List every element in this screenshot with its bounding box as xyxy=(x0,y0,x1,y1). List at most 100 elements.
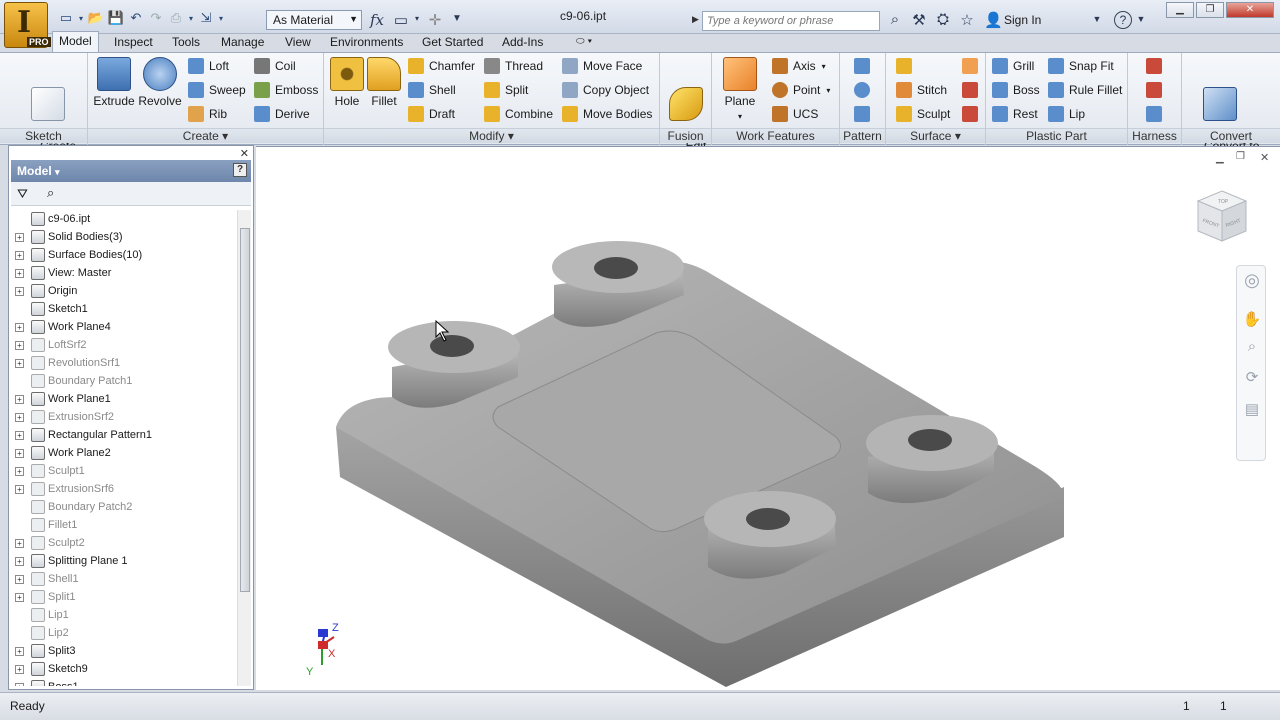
emboss-button[interactable]: Emboss xyxy=(254,80,318,100)
tree-item[interactable]: + LoftSrf2 xyxy=(11,336,239,354)
thread-button[interactable]: Thread xyxy=(484,56,543,76)
expand-icon[interactable]: + xyxy=(15,340,24,350)
harness-tool-3-button[interactable] xyxy=(1146,104,1167,124)
chamfer-button[interactable]: Chamfer xyxy=(408,56,475,76)
expand-icon[interactable]: + xyxy=(15,430,24,440)
tree-item[interactable]: + Shell1 xyxy=(11,570,239,588)
customize-dropdown-icon[interactable]: ▼ xyxy=(448,13,466,31)
stitch-button[interactable]: Stitch xyxy=(896,80,947,100)
shell-button[interactable]: Shell xyxy=(408,80,456,100)
tree-item[interactable]: + ExtrusionSrf2 xyxy=(11,408,239,426)
tree-item[interactable]: Lip2 xyxy=(11,624,239,642)
binoculars-search-icon[interactable]: ⌕ xyxy=(886,11,904,29)
expand-icon[interactable]: + xyxy=(15,358,24,368)
expand-icon[interactable]: + xyxy=(15,232,24,242)
point-button[interactable]: Point ▾ xyxy=(772,80,830,100)
expand-icon[interactable]: + xyxy=(15,664,24,674)
browser-header[interactable]: Model ▾ ? xyxy=(11,160,251,182)
look-at-icon[interactable]: ▤ xyxy=(1242,400,1262,420)
tree-item[interactable]: + Origin xyxy=(11,282,239,300)
copy-object-button[interactable]: Copy Object xyxy=(562,80,649,100)
minimize-button[interactable]: ▁ xyxy=(1166,2,1194,18)
tree-item[interactable]: + Solid Bodies(3) xyxy=(11,228,239,246)
expand-icon[interactable]: + xyxy=(15,268,24,278)
expand-icon[interactable]: + xyxy=(15,322,24,332)
loft-button[interactable]: Loft xyxy=(188,56,229,76)
tree-scrollbar[interactable] xyxy=(237,210,251,686)
coil-button[interactable]: Coil xyxy=(254,56,296,76)
trim-button[interactable] xyxy=(962,80,983,100)
tree-item[interactable]: Lip1 xyxy=(11,606,239,624)
rest-button[interactable]: Rest xyxy=(992,104,1038,124)
draft-button[interactable]: Draft xyxy=(408,104,455,124)
tab-view[interactable]: View xyxy=(279,33,317,51)
tree-item[interactable]: Sketch1 xyxy=(11,300,239,318)
help-icon[interactable]: ? xyxy=(233,163,247,177)
close-icon[interactable]: ✕ xyxy=(240,147,249,160)
redo-icon[interactable]: ↷ xyxy=(146,8,166,28)
harness-tool-2-button[interactable] xyxy=(1146,80,1167,100)
pan-hand-icon[interactable]: ✋ xyxy=(1242,310,1262,330)
move-icon[interactable]: ✛ xyxy=(426,11,444,29)
tree-item[interactable]: + Surface Bodies(10) xyxy=(11,246,239,264)
tree-item[interactable]: + ExtrusionSrf6 xyxy=(11,480,239,498)
tree-item[interactable]: + Work Plane4 xyxy=(11,318,239,336)
expand-icon[interactable]: + xyxy=(15,484,24,494)
plane-button[interactable]: Plane ▾ xyxy=(718,55,762,124)
zoom-icon[interactable]: ⌕ xyxy=(1242,338,1262,358)
tree-item[interactable]: + Split3 xyxy=(11,642,239,660)
tab-get-started[interactable]: Get Started xyxy=(416,33,489,51)
thicken-button[interactable] xyxy=(896,56,917,76)
ribbon-display-toggle-icon[interactable]: ⬭ ▾ xyxy=(570,34,598,49)
filter-icon[interactable]: ⛛ xyxy=(17,186,28,202)
undo-icon[interactable]: ↶ xyxy=(126,8,146,28)
expand-icon[interactable]: + xyxy=(15,466,24,476)
hole-button[interactable]: Hole xyxy=(328,55,366,109)
tree-item[interactable]: + RevolutionSrf1 xyxy=(11,354,239,372)
delete-face-button[interactable] xyxy=(962,104,983,124)
derive-button[interactable]: Derive xyxy=(254,104,310,124)
tree-item[interactable]: + Work Plane2 xyxy=(11,444,239,462)
expand-icon[interactable]: + xyxy=(15,412,24,422)
tree-item[interactable]: + Boss1 xyxy=(11,678,239,686)
open-folder-icon[interactable]: 📂 xyxy=(86,8,106,28)
harness-tool-1-button[interactable] xyxy=(1146,56,1167,76)
grill-button[interactable]: Grill xyxy=(992,56,1034,76)
sign-in-button[interactable]: Sign In xyxy=(1004,13,1041,27)
expand-icon[interactable]: + xyxy=(15,556,24,566)
surface-panel-title[interactable]: Surface ▾ xyxy=(886,128,985,143)
tree-item[interactable]: + Sketch9 xyxy=(11,660,239,678)
expand-icon[interactable]: + xyxy=(15,538,24,548)
tab-model[interactable]: Model xyxy=(52,31,99,52)
tab-add-ins[interactable]: Add-Ins xyxy=(496,33,549,51)
print-icon[interactable]: ⎙ xyxy=(166,8,186,28)
rib-button[interactable]: Rib xyxy=(188,104,227,124)
steering-wheel-icon[interactable]: ◎ xyxy=(1242,270,1262,290)
search-input[interactable]: Type a keyword or phrase xyxy=(702,11,880,31)
axis-button[interactable]: Axis ▾ xyxy=(772,56,826,76)
tree-item[interactable]: + Sculpt2 xyxy=(11,534,239,552)
create-panel-title[interactable]: Create ▾ xyxy=(88,128,323,143)
close-button[interactable]: ✕ xyxy=(1226,2,1274,18)
combine-button[interactable]: Combine xyxy=(484,104,553,124)
expand-icon[interactable]: + xyxy=(15,574,24,584)
new-dropdown-icon[interactable]: ▾ xyxy=(76,8,86,28)
tab-environments[interactable]: Environments xyxy=(324,33,409,51)
lip-button[interactable]: Lip xyxy=(1048,104,1085,124)
expand-icon[interactable]: + xyxy=(15,250,24,260)
boss-button[interactable]: Boss xyxy=(992,80,1040,100)
orbit-icon[interactable]: ⟳ xyxy=(1242,368,1262,388)
expand-icon[interactable]: + xyxy=(15,394,24,404)
sculpt-button[interactable]: Sculpt xyxy=(896,104,950,124)
search-expand-icon[interactable]: ▶ xyxy=(692,14,699,25)
extrude-button[interactable]: Extrude xyxy=(92,55,136,109)
mirror-button[interactable] xyxy=(854,104,875,124)
return-dropdown-icon[interactable]: ▾ xyxy=(216,8,226,28)
save-icon[interactable]: 💾 xyxy=(106,8,126,28)
expand-icon[interactable]: + xyxy=(15,448,24,458)
ucs-button[interactable]: UCS xyxy=(772,104,818,124)
expand-icon[interactable]: + xyxy=(15,682,24,686)
tree-item[interactable]: Fillet1 xyxy=(11,516,239,534)
tree-item[interactable]: Boundary Patch2 xyxy=(11,498,239,516)
fillet-button[interactable]: Fillet xyxy=(364,55,404,109)
